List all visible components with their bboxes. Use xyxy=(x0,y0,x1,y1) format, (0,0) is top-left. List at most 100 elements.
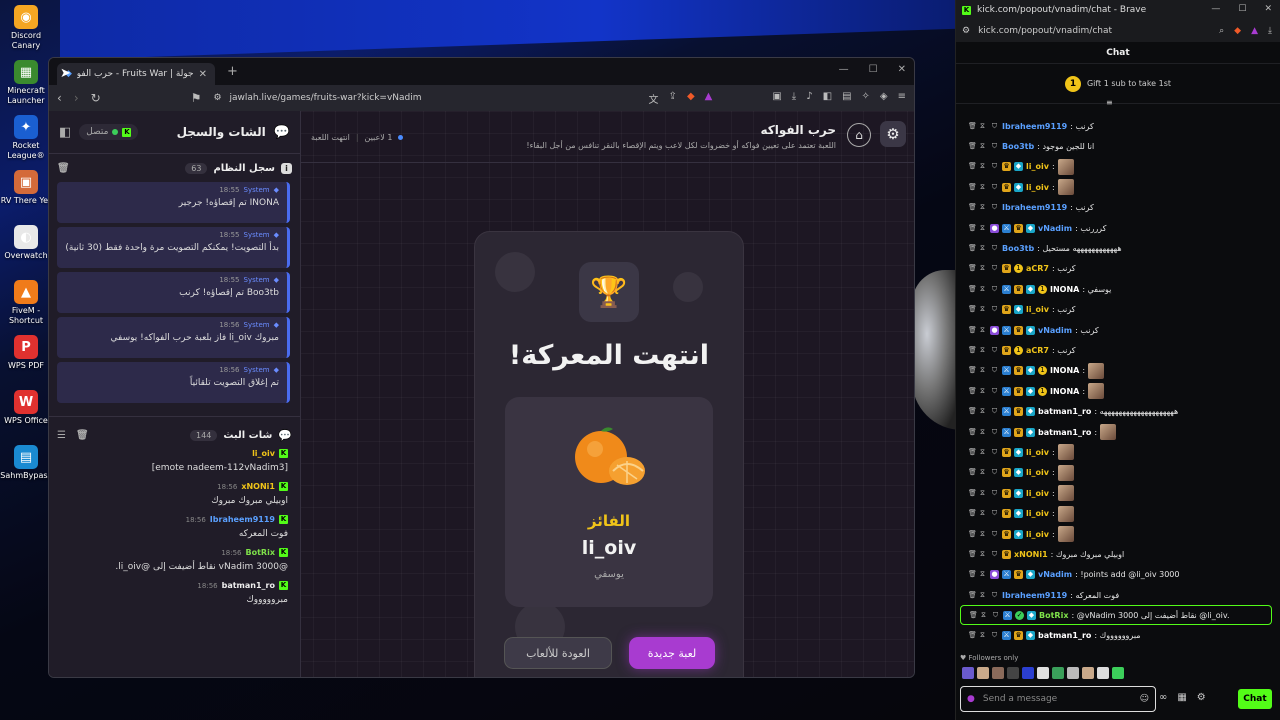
emote-shortcut[interactable] xyxy=(992,667,1004,679)
minimize-icon[interactable]: — xyxy=(839,64,849,75)
timeout-icon[interactable]: ⧖ xyxy=(978,489,987,498)
close-window-icon[interactable]: ✕ xyxy=(898,64,906,75)
browser-tab[interactable]: ◆ جولة | Fruits War - حرب الفواكه ✕ xyxy=(57,63,215,85)
reload-icon[interactable]: ↻ xyxy=(91,91,101,105)
emote-shortcut[interactable] xyxy=(977,667,989,679)
emote-shortcut[interactable] xyxy=(1112,667,1124,679)
emote-shortcut[interactable] xyxy=(1067,667,1079,679)
delete-icon[interactable]: 🗑 xyxy=(968,183,977,192)
desktop-icon[interactable]: ▣ RV There Yet xyxy=(0,170,52,206)
timeout-icon[interactable]: ⧖ xyxy=(978,203,987,212)
gift-banner[interactable]: 1 Gift 1 sub to take 1st ≡ xyxy=(956,64,1280,107)
kick-chat-message[interactable]: 🗑 ⧖ ⛉ ⚔ ♛ ◆ 1 INONA: يوسفي xyxy=(956,279,1276,299)
timeout-icon[interactable]: ⧖ xyxy=(978,264,987,273)
mic-icon[interactable]: ● xyxy=(967,694,975,704)
kick-download-icon[interactable]: ⤓ xyxy=(1268,26,1272,36)
desktop-icon[interactable]: ▤ SahmBypass xyxy=(0,445,52,481)
timeout-icon[interactable]: ⧖ xyxy=(978,530,987,539)
timeout-icon[interactable]: ⧖ xyxy=(978,570,987,579)
emote-shortcut[interactable] xyxy=(1082,667,1094,679)
kick-chat-message[interactable]: 🗑 ⧖ ⛉ Boo3tb: ههههههههههههه مستحيل xyxy=(956,238,1276,258)
desktop-icon[interactable]: P WPS PDF xyxy=(0,335,52,371)
link-icon[interactable]: ∞ xyxy=(1159,692,1167,703)
kick-username[interactable]: vNadim xyxy=(1038,224,1072,233)
site-info-icon[interactable]: ⚙ xyxy=(213,93,221,103)
kick-chat-message[interactable]: 🗑 ⧖ ⛉ Boo3tb: انا للجين موجود xyxy=(956,136,1276,156)
timeout-icon[interactable]: ⧖ xyxy=(978,407,987,416)
timeout-icon[interactable]: ⧖ xyxy=(978,285,987,294)
kick-chat-message[interactable]: 🗑 ⧖ ● ⚔ ♛ ◆ vNadim: كرنب xyxy=(956,320,1276,340)
kick-maximize-icon[interactable]: ☐ xyxy=(1238,4,1246,14)
kick-close-icon[interactable]: ✕ xyxy=(1264,4,1272,14)
clear-chat-icon[interactable]: 🗑 xyxy=(76,430,89,441)
kick-username[interactable]: Ibraheem9119 xyxy=(1002,203,1067,212)
timeout-icon[interactable]: ⧖ xyxy=(978,428,987,437)
emote-shortcut[interactable] xyxy=(1007,667,1019,679)
delete-icon[interactable]: 🗑 xyxy=(968,407,977,416)
kick-site-info-icon[interactable]: ⚙ xyxy=(962,26,970,36)
kick-chat-message[interactable]: 🗑 ⧖ ⛉ ♛ ◆ li_oiv: xyxy=(956,442,1276,462)
brave-rewards-icon[interactable]: ▲ xyxy=(705,91,713,106)
address-bar[interactable]: ⚙ jawlah.live/games/fruits-war?kick=vNad… xyxy=(213,93,636,103)
kick-chat-message[interactable]: 🗑 ⧖ ● ⚔ ♛ ◆ vNadim: كرررنب xyxy=(956,218,1276,238)
chat-username[interactable]: Ibraheem9119 xyxy=(210,515,275,524)
clear-log-icon[interactable]: 🗑 xyxy=(57,163,70,174)
kick-username[interactable]: Boo3tb xyxy=(1002,142,1034,151)
timeout-icon[interactable]: ⧖ xyxy=(978,183,987,192)
kick-username[interactable]: li_oiv xyxy=(1026,162,1049,171)
kick-username[interactable]: li_oiv xyxy=(1026,468,1049,477)
kick-username[interactable]: li_oiv xyxy=(1026,489,1049,498)
new-game-button[interactable]: لعبة جديدة xyxy=(629,637,715,669)
chat-username[interactable]: xNONi1 xyxy=(241,482,275,491)
delete-icon[interactable]: 🗑 xyxy=(968,326,977,335)
kick-username[interactable]: xNONi1 xyxy=(1014,550,1048,559)
store-icon[interactable]: ▦ xyxy=(1177,692,1186,703)
kick-chat-message[interactable]: 🗑 ⧖ ⛉ ⚔ ♛ ◆ 1 INONA: xyxy=(956,361,1276,381)
menu-icon[interactable]: ≡ xyxy=(898,91,906,106)
delete-icon[interactable]: 🗑 xyxy=(968,142,977,151)
desktop-icon[interactable]: ◐ Overwatch xyxy=(0,225,52,261)
timeout-icon[interactable]: ⧖ xyxy=(979,611,988,620)
kick-chat-message[interactable]: 🗑 ⧖ ⛉ ♛ 1 aCR7: كرنب xyxy=(956,340,1276,360)
kick-chat-message[interactable]: 🗑 ⧖ ● ⚔ ♛ ◆ vNadim: !points add @li_oiv 3000 xyxy=(956,565,1276,585)
kick-username[interactable]: INONA xyxy=(1050,285,1079,294)
back-to-games-button[interactable]: العودة للألعاب xyxy=(504,637,612,669)
kick-chat-message[interactable]: 🗑 ⧖ ⛉ ♛ ◆ li_oiv: xyxy=(956,177,1276,197)
kick-username[interactable]: vNadim xyxy=(1038,570,1072,579)
send-chat-button[interactable]: Chat xyxy=(1238,689,1272,709)
kick-message-list[interactable]: 🗑 ⧖ ⛉ Ibraheem9119: كرنب 🗑 ⧖ ⛉ Boo3tb: انا للجي… xyxy=(956,116,1276,650)
kick-chat-message[interactable]: 🗑 ⧖ ⛉ ⚔ ✓ ◆ BotRix: @vNadim 3000 نقاط أضيفت إل… xyxy=(960,605,1272,626)
forward-icon[interactable]: › xyxy=(74,91,79,105)
filter-icon[interactable]: ☰ xyxy=(57,430,66,441)
delete-icon[interactable]: 🗑 xyxy=(968,366,977,375)
delete-icon[interactable]: 🗑 xyxy=(968,591,977,600)
timeout-icon[interactable]: ⧖ xyxy=(978,346,987,355)
kick-chat-message[interactable]: 🗑 ⧖ ⛉ ⚔ ♛ ◆ batman1_ro: xyxy=(956,422,1276,442)
wallet-icon[interactable]: ▤ xyxy=(842,91,851,106)
chat-username[interactable]: BotRix xyxy=(246,548,275,557)
collapse-panel-icon[interactable]: ◧ xyxy=(59,125,71,140)
delete-icon[interactable]: 🗑 xyxy=(968,203,977,212)
kick-chat-message[interactable]: 🗑 ⧖ ⛉ Ibraheem9119: فوت المعركه xyxy=(956,585,1276,605)
download-icon[interactable]: ⤓ xyxy=(792,91,796,106)
kick-chat-message[interactable]: 🗑 ⧖ ⛉ Ibraheem9119: كرنب xyxy=(956,198,1276,218)
delete-icon[interactable]: 🗑 xyxy=(968,631,977,640)
brave-shield-icon[interactable]: ◆ xyxy=(687,91,695,106)
delete-icon[interactable]: 🗑 xyxy=(968,428,977,437)
kick-username[interactable]: Ibraheem9119 xyxy=(1002,122,1067,131)
emoji-icon[interactable]: ☺ xyxy=(1140,694,1149,704)
kick-username[interactable]: li_oiv xyxy=(1026,509,1049,518)
timeout-icon[interactable]: ⧖ xyxy=(978,468,987,477)
kick-chat-message[interactable]: 🗑 ⧖ ⛉ ⚔ ♛ ◆ 1 INONA: xyxy=(956,381,1276,401)
kick-username[interactable]: aCR7 xyxy=(1026,346,1049,355)
kick-username[interactable]: batman1_ro xyxy=(1038,631,1091,640)
timeout-icon[interactable]: ⧖ xyxy=(978,550,987,559)
delete-icon[interactable]: 🗑 xyxy=(968,224,977,233)
kick-chat-message[interactable]: 🗑 ⧖ ⛉ ♛ ◆ li_oiv: xyxy=(956,463,1276,483)
delete-icon[interactable]: 🗑 xyxy=(968,489,977,498)
kick-shield-icon[interactable]: ◆ xyxy=(1234,26,1241,36)
delete-icon[interactable]: 🗑 xyxy=(968,285,977,294)
new-tab-icon[interactable]: + xyxy=(227,64,238,79)
kick-chat-message[interactable]: 🗑 ⧖ ⛉ ⚔ ♛ ◆ batman1_ro: ههههههههههههههههههههه xyxy=(956,401,1276,421)
back-icon[interactable]: ‹ xyxy=(57,91,62,105)
